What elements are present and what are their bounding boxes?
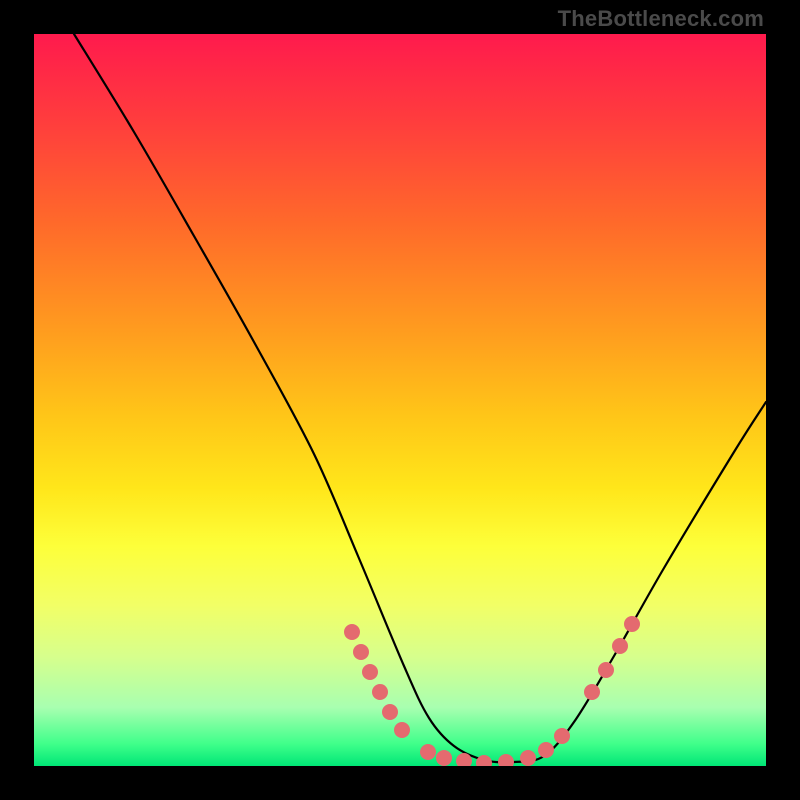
bottleneck-curve: [74, 34, 766, 762]
curve-layer: [74, 34, 766, 762]
highlight-dot: [476, 755, 492, 766]
highlight-dot: [362, 664, 378, 680]
highlight-dot: [353, 644, 369, 660]
chart-frame: TheBottleneck.com: [0, 0, 800, 800]
highlight-dot: [520, 750, 536, 766]
highlight-dot: [344, 624, 360, 640]
highlight-dots: [344, 616, 640, 766]
watermark-text: TheBottleneck.com: [558, 6, 764, 32]
highlight-dot: [372, 684, 388, 700]
highlight-dot: [420, 744, 436, 760]
highlight-dot: [382, 704, 398, 720]
highlight-dot: [598, 662, 614, 678]
highlight-dot: [394, 722, 410, 738]
highlight-dot: [436, 750, 452, 766]
plot-area: [34, 34, 766, 766]
highlight-dot: [612, 638, 628, 654]
highlight-dot: [584, 684, 600, 700]
highlight-dot: [554, 728, 570, 744]
highlight-dot: [498, 754, 514, 766]
highlight-dot: [624, 616, 640, 632]
chart-svg: [34, 34, 766, 766]
highlight-dot: [538, 742, 554, 758]
